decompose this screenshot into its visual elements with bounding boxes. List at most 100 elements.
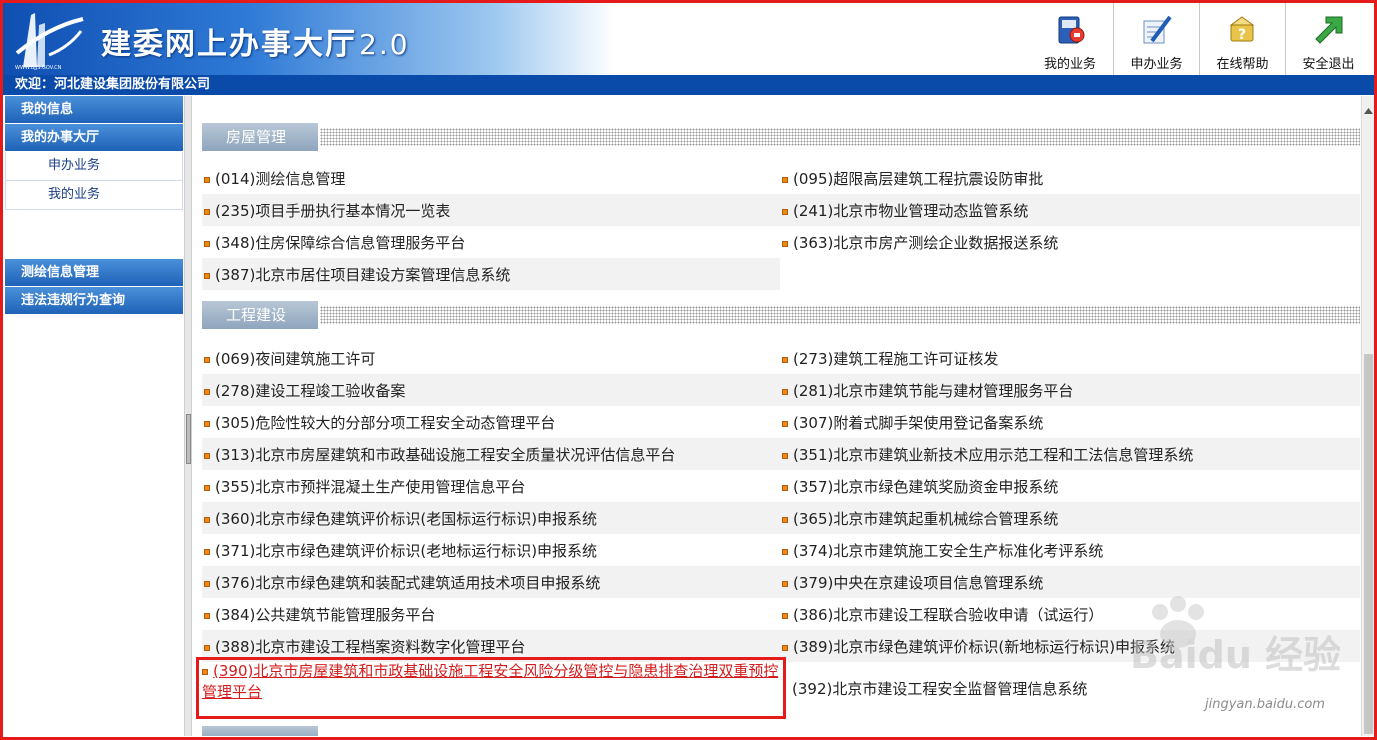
list-item-label: (278)建设工程竣工验收备案 — [215, 381, 406, 400]
list-item-label: (371)北京市绿色建筑评价标识(老地标运行标识)申报系统 — [215, 541, 598, 560]
list-item-label: (305)危险性较大的分部分项工程安全动态管理平台 — [215, 413, 556, 432]
list-item[interactable]: (307)附着式脚手架使用登记备案系统 — [780, 406, 1360, 438]
list-item[interactable]: (014)测绘信息管理 — [202, 162, 780, 194]
exit-arrow-icon — [1314, 16, 1342, 44]
list-item[interactable]: (384)公共建筑节能管理服务平台 — [202, 598, 780, 630]
bullet-icon — [204, 485, 210, 491]
book-icon — [1058, 16, 1085, 44]
bullet-icon — [204, 273, 210, 279]
sidebar: 我的信息 我的办事大厅 申办业务 我的业务 测绘信息管理 违法违规行为查询 — [5, 96, 183, 736]
sidebar-item-survey[interactable]: 测绘信息管理 — [5, 259, 183, 287]
my-business-button[interactable]: 我的业务 — [1027, 3, 1113, 75]
list-item[interactable]: (363)北京市房产测绘企业数据报送系统 — [780, 226, 1360, 258]
logo: WWW.BJJS.GOV.CN — [9, 7, 89, 71]
bullet-icon — [204, 389, 210, 395]
list-item-label: (069)夜间建筑施工许可 — [215, 349, 376, 368]
list-item[interactable]: (278)建设工程竣工验收备案 — [202, 374, 780, 406]
list-item[interactable]: (313)北京市房屋建筑和市政基础设施工程安全质量状况评估信息平台 — [202, 438, 780, 470]
sidebar-item-apply[interactable]: 申办业务 — [5, 152, 183, 181]
bullet-icon — [204, 613, 210, 619]
list-item-label: (374)北京市建筑施工安全生产标准化考评系统 — [793, 541, 1104, 560]
app-title: 建委网上办事大厅2.0 — [101, 19, 410, 63]
question-icon: ? — [1228, 16, 1255, 43]
list-item-label: (386)北京市建设工程联合验收申请（试运行） — [793, 605, 1104, 624]
bullet-icon — [204, 357, 210, 363]
list-item[interactable]: (241)北京市物业管理动态监管系统 — [780, 194, 1360, 226]
bullet-icon — [204, 421, 210, 427]
list-item-label: (351)北京市建筑业新技术应用示范工程和工法信息管理系统 — [793, 445, 1194, 464]
header: WWW.BJJS.GOV.CN 建委网上办事大厅2.0 我的业务 申办业务 ? … — [3, 3, 1374, 75]
scroll-thumb[interactable] — [1364, 354, 1373, 734]
list-item[interactable]: (376)北京市绿色建筑和装配式建筑适用技术项目申报系统 — [202, 566, 780, 598]
vertical-scrollbar[interactable] — [1361, 96, 1374, 736]
bullet-icon — [782, 517, 788, 523]
list-item-label: (273)建筑工程施工许可证核发 — [793, 349, 999, 368]
list-item-label: (014)测绘信息管理 — [215, 169, 346, 188]
bullet-icon — [782, 389, 788, 395]
list-item[interactable]: (387)北京市居住项目建设方案管理信息系统 — [202, 258, 780, 290]
my-business-label: 我的业务 — [1043, 57, 1096, 72]
list-item-label: (379)中央在京建设项目信息管理系统 — [793, 573, 1044, 592]
list-item-label: (376)北京市绿色建筑和装配式建筑适用技术项目申报系统 — [215, 573, 601, 592]
online-help-button[interactable]: ? 在线帮助 — [1199, 3, 1285, 75]
list-item-label: (313)北京市房屋建筑和市政基础设施工程安全质量状况评估信息平台 — [215, 445, 676, 464]
svg-text:?: ? — [1238, 27, 1246, 43]
bullet-icon — [204, 581, 210, 587]
list-item[interactable]: (392)北京市建设工程安全监督管理信息系统 — [780, 672, 1087, 704]
list-item[interactable]: (371)北京市绿色建筑评价标识(老地标运行标识)申报系统 — [202, 534, 780, 566]
bullet-icon — [782, 453, 788, 459]
list-item[interactable]: (355)北京市预拌混凝土生产使用管理信息平台 — [202, 470, 780, 502]
section-divider — [320, 128, 1360, 146]
list-item[interactable]: (379)中央在京建设项目信息管理系统 — [780, 566, 1360, 598]
sidebar-item-my-info[interactable]: 我的信息 — [5, 96, 183, 124]
list-item[interactable]: (389)北京市绿色建筑评价标识(新地标运行标识)申报系统 — [780, 630, 1360, 662]
list-item-label: (355)北京市预拌混凝土生产使用管理信息平台 — [215, 477, 526, 496]
list-item[interactable]: (095)超限高层建筑工程抗震设防审批 — [780, 162, 1360, 194]
list-item-label: (384)公共建筑节能管理服务平台 — [215, 605, 436, 624]
list-item[interactable]: (069)夜间建筑施工许可 — [202, 342, 780, 374]
bullet-icon — [782, 241, 788, 247]
app-version: 2.0 — [359, 28, 410, 61]
section-title: 房屋管理 — [202, 123, 318, 151]
splitter-handle[interactable] — [186, 414, 191, 464]
list-item[interactable]: (305)危险性较大的分部分项工程安全动态管理平台 — [202, 406, 780, 438]
bullet-icon — [204, 517, 210, 523]
app-title-text: 建委网上办事大厅 — [101, 27, 357, 62]
sidebar-item-my-hall[interactable]: 我的办事大厅 — [5, 124, 183, 152]
list-item-label: (357)北京市绿色建筑奖励资金申报系统 — [793, 477, 1059, 496]
section-divider — [320, 306, 1360, 324]
list-item-label: (363)北京市房产测绘企业数据报送系统 — [793, 233, 1059, 252]
apply-business-button[interactable]: 申办业务 — [1113, 3, 1199, 75]
list-item[interactable]: (348)住房保障综合信息管理服务平台 — [202, 226, 780, 258]
list-item[interactable]: (386)北京市建设工程联合验收申请（试运行） — [780, 598, 1360, 630]
list-item[interactable]: (365)北京市建筑起重机械综合管理系统 — [780, 502, 1360, 534]
bullet-icon — [204, 177, 210, 183]
bullet-icon — [782, 581, 788, 587]
online-help-label: 在线帮助 — [1216, 57, 1269, 72]
list-item-label: (348)住房保障综合信息管理服务平台 — [215, 233, 466, 252]
list-item-label: (387)北京市居住项目建设方案管理信息系统 — [215, 265, 511, 284]
sidebar-splitter[interactable] — [184, 96, 192, 736]
list-item[interactable]: (357)北京市绿色建筑奖励资金申报系统 — [780, 470, 1360, 502]
logout-button[interactable]: 安全退出 — [1285, 3, 1371, 75]
list-item[interactable]: (273)建筑工程施工许可证核发 — [780, 342, 1360, 374]
list-item-highlighted[interactable]: (390)北京市房屋建筑和市政基础设施工程安全风险分级管控与隐患排查治理双重预控… — [202, 661, 780, 703]
list-item-label: (360)北京市绿色建筑评价标识(老国标运行标识)申报系统 — [215, 509, 598, 528]
sidebar-item-mine[interactable]: 我的业务 — [5, 181, 183, 210]
list-item[interactable]: (374)北京市建筑施工安全生产标准化考评系统 — [780, 534, 1360, 566]
bullet-icon — [782, 613, 788, 619]
bullet-icon — [204, 209, 210, 215]
list-item[interactable]: (351)北京市建筑业新技术应用示范工程和工法信息管理系统 — [780, 438, 1360, 470]
bullet-icon — [782, 357, 788, 363]
list-item-label: (235)项目手册执行基本情况一览表 — [215, 201, 451, 220]
list-item[interactable]: (360)北京市绿色建筑评价标识(老国标运行标识)申报系统 — [202, 502, 780, 534]
list-item[interactable]: (281)北京市建筑节能与建材管理服务平台 — [780, 374, 1360, 406]
pen-icon — [1143, 15, 1172, 44]
sidebar-item-violation[interactable]: 违法违规行为查询 — [5, 287, 183, 315]
scroll-up-icon[interactable] — [1362, 104, 1375, 118]
bullet-icon — [782, 485, 788, 491]
section-title: 工程建设 — [202, 301, 318, 329]
list-item-label: (241)北京市物业管理动态监管系统 — [793, 201, 1029, 220]
list-item[interactable]: (235)项目手册执行基本情况一览表 — [202, 194, 780, 226]
